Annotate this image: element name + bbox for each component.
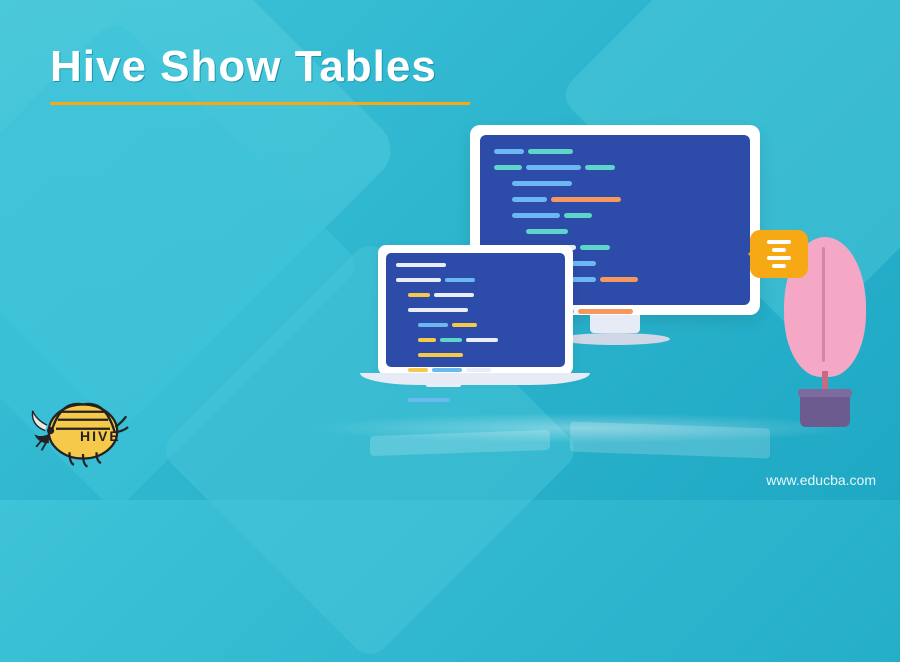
hive-logo: HIVE	[28, 382, 138, 472]
laptop-code-area	[386, 253, 565, 367]
logo-text: HIVE	[80, 428, 121, 444]
illustration-scene	[310, 105, 860, 465]
floor-reflection	[370, 425, 770, 470]
attribution-url: www.educba.com	[766, 472, 876, 488]
code-speech-bubble	[750, 230, 808, 278]
page-title: Hive Show Tables	[50, 42, 437, 92]
laptop	[360, 245, 590, 415]
